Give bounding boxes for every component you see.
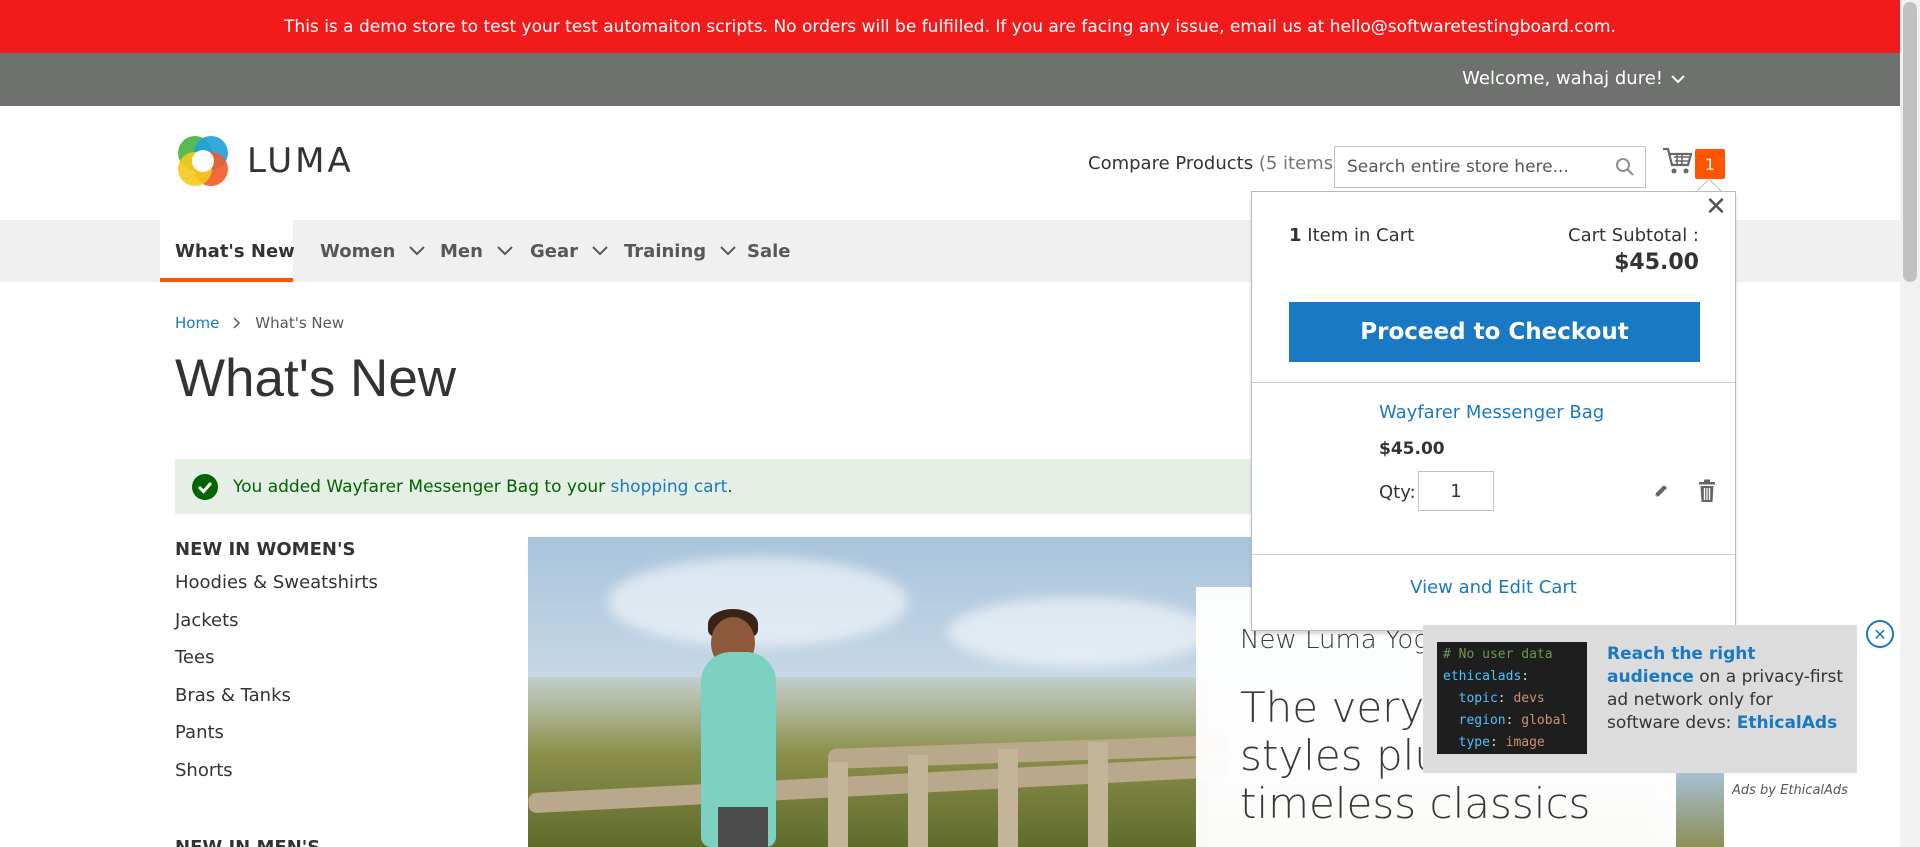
chevron-down-icon [720, 246, 736, 256]
nav-label: Training [624, 240, 707, 262]
compare-products-link[interactable]: Compare Products (5 items) [1088, 153, 1340, 174]
promo-title-line: timeless classics [1240, 779, 1591, 828]
ad-code-image: # No user data ethicalads: topic: devs r… [1437, 642, 1587, 754]
nav-active-indicator [160, 278, 293, 282]
breadcrumb-current: What's New [255, 314, 345, 332]
nav-label: Men [440, 240, 483, 262]
nav-label: What's New [175, 240, 295, 262]
sidebar-item-jackets[interactable]: Jackets [175, 610, 378, 648]
scrollbar-thumb[interactable] [1903, 2, 1917, 282]
minicart-dropdown: ✕ 1 Item in Cart Cart Subtotal : $45.00 … [1251, 191, 1736, 631]
chevron-down-icon [497, 246, 513, 256]
ads-by-ethicalads[interactable]: Ads by EthicalAds [1732, 783, 1848, 798]
sidebar-title-women: NEW IN WOMEN'S [175, 539, 356, 560]
minicart-count-label: Item in Cart [1307, 225, 1415, 246]
minicart-qty-input[interactable] [1418, 471, 1494, 511]
success-message-text: You added Wayfarer Messenger Bag to your… [233, 477, 733, 497]
divider [1252, 554, 1735, 555]
ad-code-value: global [1521, 713, 1569, 728]
message-suffix: . [727, 476, 733, 497]
ad-text: Reach the right audience on a privacy-fi… [1607, 643, 1847, 735]
logo[interactable]: LUMA [175, 133, 354, 189]
checkmark-icon [192, 473, 218, 500]
compare-label: Compare Products [1088, 153, 1254, 174]
page-scrollbar[interactable] [1900, 0, 1920, 847]
sidebar-item-bras-tanks[interactable]: Bras & Tanks [175, 685, 378, 723]
sidebar-item-pants[interactable]: Pants [175, 722, 378, 760]
ethical-ad[interactable]: # No user data ethicalads: topic: devs r… [1423, 625, 1857, 773]
demo-banner: This is a demo store to test your test a… [0, 0, 1900, 53]
minicart-count-number: 1 [1289, 225, 1302, 246]
page-title: What's New [175, 349, 457, 408]
fence-post [828, 762, 848, 847]
sidebar-item-tees[interactable]: Tees [175, 647, 378, 685]
chevron-down-icon [592, 246, 608, 256]
ad-code-value: image [1505, 735, 1545, 750]
fence-post [1088, 742, 1108, 847]
ad-code-key: region [1458, 713, 1506, 728]
fence-post [998, 749, 1018, 847]
ad-code-comment: # No user data [1443, 647, 1553, 662]
message-prefix: You added Wayfarer Messenger Bag to your [233, 476, 606, 497]
close-icon[interactable]: ✕ [1703, 194, 1729, 220]
nav-item-women[interactable]: Women [320, 220, 426, 282]
sidebar-title-men: NEW IN MEN'S [175, 837, 320, 847]
breadcrumb-home[interactable]: Home [175, 314, 219, 332]
chevron-down-icon [409, 246, 426, 256]
model-leggings [718, 807, 768, 847]
breadcrumb: Home What's New [175, 314, 344, 332]
nav-label: Sale [747, 240, 791, 262]
minicart-subtotal-label: Cart Subtotal : [1568, 225, 1699, 246]
sidebar-item-shorts[interactable]: Shorts [175, 760, 378, 798]
ad-brand-link[interactable]: EthicalAds [1737, 713, 1838, 733]
success-message: You added Wayfarer Messenger Bag to your… [175, 459, 1265, 514]
nav-item-men[interactable]: Men [440, 220, 513, 282]
shopping-cart-link[interactable]: shopping cart [611, 477, 728, 497]
demo-banner-text: This is a demo store to test your test a… [284, 16, 1616, 37]
nav-item-whats-new[interactable]: What's New [175, 220, 295, 282]
nav-item-sale[interactable]: Sale [747, 220, 791, 282]
edit-pencil-icon[interactable] [1652, 482, 1670, 500]
search-input[interactable] [1347, 157, 1607, 177]
ad-code-value: devs [1513, 691, 1545, 706]
cart-count-badge[interactable]: 1 [1695, 149, 1725, 179]
ad-code-key: topic [1458, 691, 1498, 706]
fence-post [908, 755, 928, 847]
luma-logo-icon [178, 136, 228, 186]
minicart-item-count: 1 Item in Cart [1289, 225, 1414, 246]
top-bar: Welcome, wahaj dure! [0, 53, 1900, 106]
nav-item-gear[interactable]: Gear [530, 220, 608, 282]
hero-cloud [608, 557, 908, 647]
nav-label: Women [320, 240, 396, 262]
promo-thumbnail [1676, 770, 1724, 847]
search-box [1334, 146, 1646, 188]
minicart-subtotal-value: $45.00 [1614, 250, 1699, 275]
trash-icon[interactable] [1697, 479, 1717, 503]
proceed-to-checkout-button[interactable]: Proceed to Checkout [1289, 302, 1700, 362]
sidebar-item-hoodies[interactable]: Hoodies & Sweatshirts [175, 572, 378, 610]
divider [1252, 382, 1735, 383]
search-icon[interactable] [1615, 157, 1635, 177]
sidebar-list-women: Hoodies & Sweatshirts Jackets Tees Bras … [175, 572, 378, 797]
ad-close-icon[interactable]: ✕ [1866, 620, 1894, 648]
logo-text: LUMA [247, 141, 354, 181]
ad-code-key: type [1458, 735, 1490, 750]
welcome-text: Welcome, wahaj dure! [1462, 68, 1663, 89]
minicart-qty-label: Qty: [1379, 482, 1416, 503]
view-edit-cart-link[interactable]: View and Edit Cart [1252, 577, 1735, 598]
minicart-product-price: $45.00 [1379, 439, 1445, 459]
minicart-product-name[interactable]: Wayfarer Messenger Bag [1379, 402, 1604, 423]
nav-label: Gear [530, 240, 579, 262]
nav-item-training[interactable]: Training [624, 220, 736, 282]
chevron-down-icon [1671, 74, 1685, 83]
chevron-right-icon [233, 317, 241, 329]
customer-welcome-menu[interactable]: Welcome, wahaj dure! [1462, 68, 1685, 89]
shopping-cart-icon[interactable] [1662, 146, 1694, 176]
compare-count: (5 items) [1258, 153, 1341, 174]
ad-code-key: ethicalads [1443, 669, 1522, 684]
hero-cloud [948, 597, 1208, 667]
